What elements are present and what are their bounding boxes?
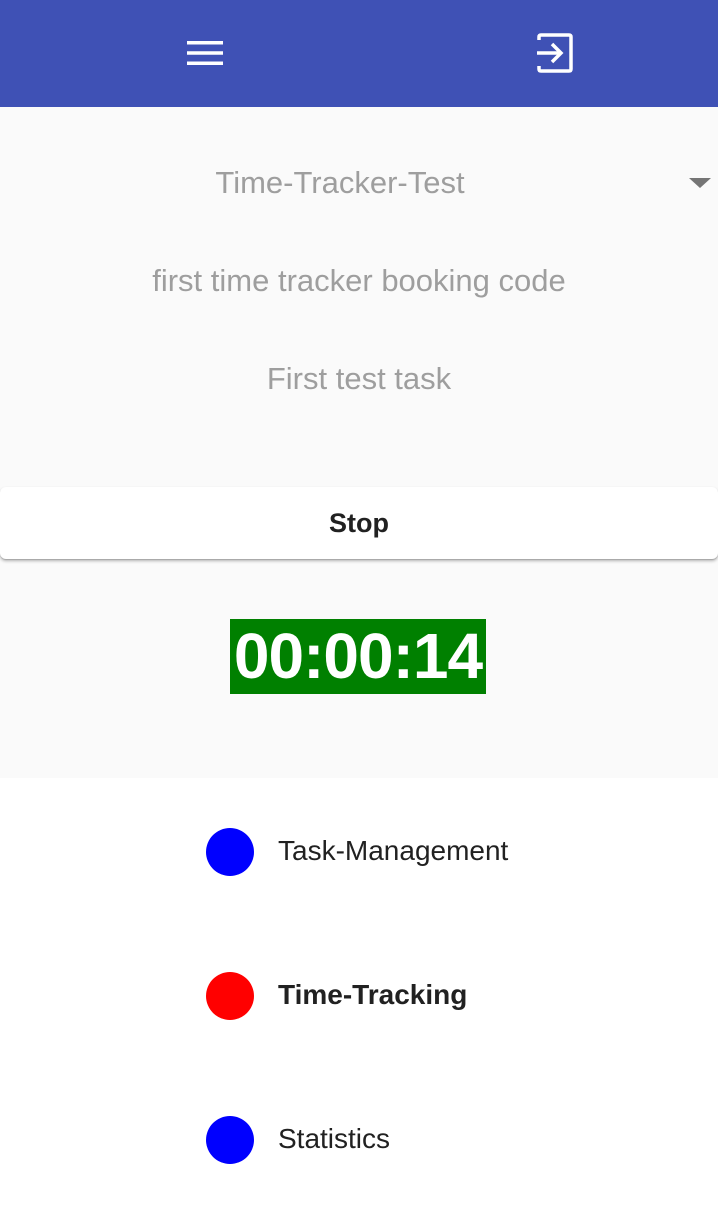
- exit-to-app-icon: [537, 33, 573, 73]
- booking-code-field[interactable]: first time tracker booking code: [0, 251, 718, 311]
- logout-button[interactable]: [525, 23, 585, 83]
- project-select[interactable]: Time-Tracker-Test: [0, 153, 718, 213]
- status-dot: [206, 828, 254, 876]
- nav-item-time-tracking[interactable]: Time-Tracking: [190, 955, 570, 1035]
- timer-display: 00:00:14: [230, 619, 486, 694]
- dropdown-triangle-icon: [689, 178, 711, 188]
- nav-item-statistics[interactable]: Statistics: [190, 1099, 570, 1179]
- task-field[interactable]: First test task: [0, 349, 718, 409]
- project-select-value: Time-Tracker-Test: [215, 165, 465, 200]
- navigation-list: Task-Management Time-Tracking Statistics: [0, 778, 718, 1218]
- nav-item-label: Statistics: [278, 1123, 391, 1154]
- menu-button[interactable]: [175, 23, 235, 83]
- nav-item-label: Time-Tracking: [278, 979, 468, 1010]
- tracking-panel: Time-Tracker-Test first time tracker boo…: [0, 107, 718, 778]
- stop-button[interactable]: Stop: [0, 487, 718, 559]
- status-dot: [206, 972, 254, 1020]
- status-dot: [206, 1116, 254, 1164]
- nav-item-task-management[interactable]: Task-Management: [190, 811, 570, 891]
- app-bar: [0, 0, 718, 107]
- hamburger-menu-icon: [187, 41, 223, 65]
- nav-item-label: Task-Management: [278, 835, 509, 866]
